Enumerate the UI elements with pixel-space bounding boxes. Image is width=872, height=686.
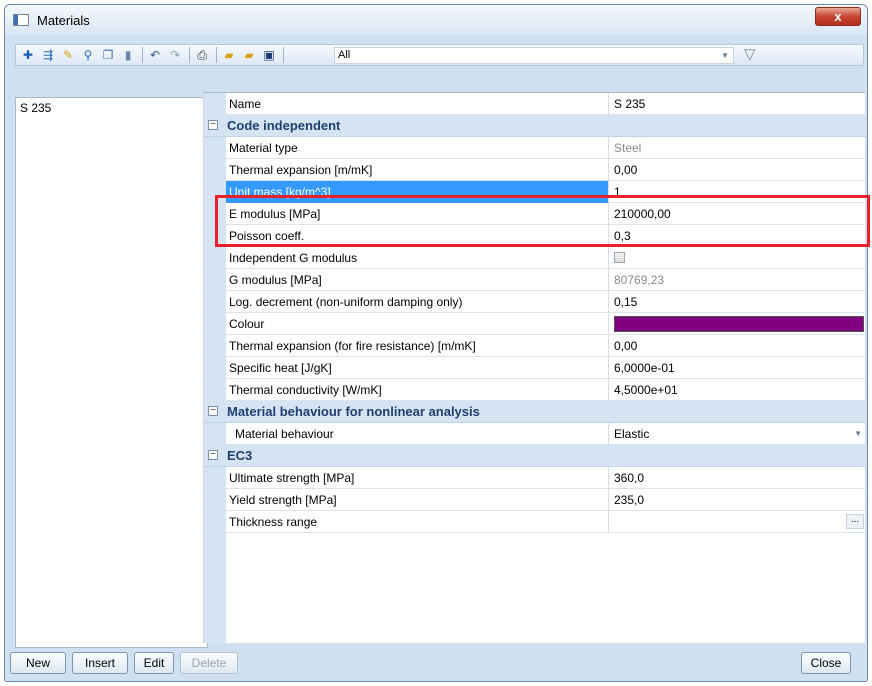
print-icon[interactable]: ⎙ [194, 47, 210, 63]
row-value[interactable]: 0,00 [611, 159, 866, 181]
row-label: Thermal expansion (for fire resistance) … [226, 335, 609, 357]
insert-icon[interactable]: ⇶ [40, 47, 56, 63]
row-label: Log. decrement (non-uniform damping only… [226, 291, 609, 313]
new-icon[interactable]: ✚ [20, 47, 36, 63]
grid-row-unit-mass[interactable]: Unit mass [kg/m^3] 1 [204, 181, 866, 203]
row-label: Name [204, 93, 609, 115]
filter-select[interactable]: All ▼ [334, 47, 734, 64]
undo-icon[interactable]: ↶ [147, 47, 163, 63]
find-icon[interactable]: ⚲ [80, 47, 96, 63]
grid-row-name[interactable]: Name S 235 [204, 93, 866, 115]
row-label: G modulus [MPa] [226, 269, 609, 291]
row-value [611, 313, 866, 335]
collapse-icon[interactable]: − [208, 406, 218, 416]
section-code-independent: − Code independent [204, 115, 866, 137]
row-label: E modulus [MPa] [226, 203, 609, 225]
grid-row-material-type[interactable]: Material type Steel [204, 137, 866, 159]
grid-row-log-decrement[interactable]: Log. decrement (non-uniform damping only… [204, 291, 866, 313]
filter-select-value: All [338, 49, 351, 61]
collapse-icon[interactable]: − [208, 450, 218, 460]
grid-row-poisson[interactable]: Poisson coeff. 0,3 [204, 225, 866, 247]
row-value[interactable]: 210000,00 [611, 203, 866, 225]
row-label: Unit mass [kg/m^3] [226, 181, 609, 203]
toolbar-separator [142, 47, 143, 63]
open-icon[interactable]: ▰ [221, 47, 237, 63]
export-icon[interactable]: ▰ [241, 47, 257, 63]
row-value[interactable]: 0,15 [611, 291, 866, 313]
row-label: Yield strength [MPa] [226, 489, 609, 511]
row-value: Elastic [614, 427, 650, 441]
unit-mass-input[interactable]: 1 [611, 181, 866, 203]
grid-row-yield-strength[interactable]: Yield strength [MPa] 235,0 [204, 489, 866, 511]
title-bar: Materials x [5, 5, 867, 35]
section-title: Material behaviour for nonlinear analysi… [227, 404, 480, 419]
delete-button[interactable]: Delete [180, 652, 238, 674]
grid-row-e-modulus[interactable]: E modulus [MPa] 210000,00 [204, 203, 866, 225]
thickness-range-edit-button[interactable]: ... [846, 514, 864, 529]
paste-icon[interactable]: ▮ [120, 47, 136, 63]
row-label: Thermal conductivity [W/mK] [226, 379, 609, 401]
material-behaviour-select[interactable]: Elastic ▼ [611, 423, 866, 445]
row-label: Material behaviour [226, 423, 609, 445]
button-bar: New Insert Edit Delete Close [10, 650, 859, 676]
row-value[interactable]: 0,00 [611, 335, 866, 357]
grid-row-thermal-expansion[interactable]: Thermal expansion [m/mK] 0,00 [204, 159, 866, 181]
materials-list: S 235 [15, 97, 208, 648]
toolbar: ✚ ⇶ ✎ ⚲ ❐ ▮ ↶ ↷ ⎙ ▰ ▰ ▣ All ▼ ▽ [15, 44, 864, 66]
row-value[interactable]: S 235 [611, 93, 866, 115]
copy-icon[interactable]: ❐ [100, 47, 116, 63]
toolbar-separator [216, 47, 217, 63]
grid-row-ultimate-strength[interactable]: Ultimate strength [MPa] 360,0 [204, 467, 866, 489]
new-button[interactable]: New [10, 652, 66, 674]
row-value[interactable]: 360,0 [611, 467, 866, 489]
toolbar-separator [283, 47, 284, 63]
row-label: Thermal expansion [m/mK] [226, 159, 609, 181]
chevron-down-icon[interactable]: ▼ [854, 423, 862, 445]
row-value: ... [611, 511, 866, 533]
grid-row-thickness-range[interactable]: Thickness range ... [204, 511, 866, 533]
colour-swatch[interactable] [614, 316, 864, 332]
row-value[interactable]: 235,0 [611, 489, 866, 511]
row-value[interactable]: 0,3 [611, 225, 866, 247]
chevron-down-icon[interactable]: ▼ [721, 48, 729, 63]
grid-row-specific-heat[interactable]: Specific heat [J/gK] 6,0000e-01 [204, 357, 866, 379]
grid-row-colour[interactable]: Colour [204, 313, 866, 335]
row-label: Thickness range [226, 511, 609, 533]
grid-row-material-behaviour[interactable]: Material behaviour Elastic ▼ [204, 423, 866, 445]
row-label: Specific heat [J/gK] [226, 357, 609, 379]
row-label: Colour [226, 313, 609, 335]
row-label: Independent G modulus [226, 247, 609, 269]
grid-row-thermal-expansion-fire[interactable]: Thermal expansion (for fire resistance) … [204, 335, 866, 357]
window-close-button[interactable]: x [815, 7, 861, 26]
edit-button[interactable]: Edit [134, 652, 174, 674]
edit-icon[interactable]: ✎ [60, 47, 76, 63]
row-value: Steel [614, 141, 642, 155]
row-value [611, 247, 866, 269]
redo-icon[interactable]: ↷ [167, 47, 183, 63]
row-label: Material type [226, 137, 609, 159]
row-label: Ultimate strength [MPa] [226, 467, 609, 489]
grid-row-g-modulus[interactable]: G modulus [MPa] 80769,23 [204, 269, 866, 291]
grid-row-thermal-conductivity[interactable]: Thermal conductivity [W/mK] 4,5000e+01 [204, 379, 866, 401]
row-value[interactable]: 6,0000e-01 [611, 357, 866, 379]
section-ec3: − EC3 [204, 445, 866, 467]
row-value: 80769,23 [614, 273, 665, 287]
list-item[interactable]: S 235 [16, 98, 207, 118]
independent-g-checkbox[interactable] [614, 252, 625, 263]
property-grid: Name S 235 − Code independent Material t… [203, 92, 866, 643]
save-icon[interactable]: ▣ [261, 47, 277, 63]
collapse-icon[interactable]: − [208, 120, 218, 130]
section-title: Code independent [227, 118, 341, 133]
toolbar-separator [189, 47, 190, 63]
section-title: EC3 [227, 448, 253, 463]
close-button[interactable]: Close [801, 652, 851, 674]
row-label: Poisson coeff. [226, 225, 609, 247]
grid-row-independent-g[interactable]: Independent G modulus [204, 247, 866, 269]
window-icon [13, 14, 29, 26]
section-nonlinear: − Material behaviour for nonlinear analy… [204, 401, 866, 423]
funnel-icon[interactable]: ▽ [744, 47, 756, 63]
window-title: Materials [37, 12, 90, 28]
row-value[interactable]: 4,5000e+01 [611, 379, 866, 401]
insert-button[interactable]: Insert [72, 652, 128, 674]
